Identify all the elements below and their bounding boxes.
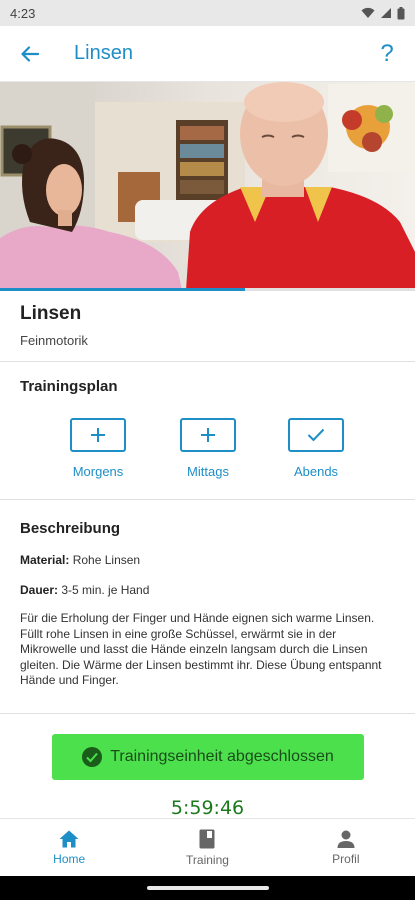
status-icons bbox=[361, 6, 405, 20]
description-heading: Beschreibung bbox=[20, 520, 121, 537]
wifi-icon bbox=[361, 7, 375, 18]
home-gesture-handle[interactable] bbox=[146, 886, 269, 890]
check-circle-icon bbox=[82, 747, 103, 767]
description-text: Für die Erholung der Finger und Hände ei… bbox=[20, 611, 382, 687]
duration-line: Dauer: 3-5 min. je Hand bbox=[20, 583, 395, 597]
material-value: Rohe Linsen bbox=[72, 553, 141, 567]
exercise-header: Linsen Feinmotorik bbox=[0, 291, 415, 362]
exercise-category: Feinmotorik bbox=[20, 333, 88, 348]
nav-item-home[interactable]: Home bbox=[0, 819, 138, 876]
exercise-title: Linsen bbox=[20, 303, 82, 324]
plan-slot-evening[interactable]: Abends bbox=[271, 418, 361, 479]
training-plan-heading: Trainingsplan bbox=[20, 378, 118, 395]
duration-label: Dauer: bbox=[20, 583, 59, 597]
nav-label: Home bbox=[53, 851, 86, 866]
plan-slot-label: Abends bbox=[293, 464, 339, 479]
check-icon bbox=[307, 428, 325, 442]
status-time: 4:23 bbox=[10, 5, 36, 21]
add-morning-button[interactable] bbox=[70, 418, 126, 452]
training-completed-button[interactable]: Trainingseinheit abgeschlossen bbox=[52, 734, 364, 780]
battery-icon bbox=[397, 6, 405, 19]
system-gesture-bar bbox=[0, 876, 415, 900]
duration-value: 3-5 min. je Hand bbox=[61, 583, 150, 597]
bottom-navigation: Home Training Profil bbox=[0, 818, 415, 876]
plus-icon bbox=[91, 428, 105, 442]
plan-slot-midday[interactable]: Mittags bbox=[163, 418, 253, 479]
status-bar: 4:23 bbox=[0, 0, 415, 26]
nav-item-training[interactable]: Training bbox=[138, 819, 276, 876]
nav-label: Training bbox=[186, 852, 229, 867]
material-label: Material: bbox=[20, 553, 70, 567]
nav-label: Profil bbox=[332, 851, 360, 866]
session-timer: 5:59:46 bbox=[170, 797, 245, 819]
home-icon bbox=[59, 830, 79, 847]
completed-button-label: Trainingseinheit abgeschlossen bbox=[110, 748, 334, 765]
exercise-video[interactable] bbox=[0, 82, 415, 290]
person-icon bbox=[337, 830, 355, 848]
book-icon bbox=[199, 829, 215, 848]
video-frame bbox=[0, 82, 415, 290]
material-line: Material: Rohe Linsen bbox=[20, 553, 395, 567]
signal-icon bbox=[381, 8, 391, 18]
description-section: Beschreibung Material: Rohe Linsen Dauer… bbox=[0, 500, 415, 714]
page-title: Linsen bbox=[74, 42, 133, 64]
plan-slot-label: Morgens bbox=[72, 464, 124, 479]
help-button[interactable]: ? bbox=[359, 26, 415, 82]
plan-slot-label: Mittags bbox=[187, 464, 229, 479]
evening-done-button[interactable] bbox=[288, 418, 344, 452]
plan-slot-morning[interactable]: Morgens bbox=[53, 418, 143, 479]
arrow-back-icon bbox=[21, 45, 39, 62]
back-button[interactable] bbox=[2, 26, 58, 82]
plus-icon bbox=[201, 428, 215, 442]
add-midday-button[interactable] bbox=[180, 418, 236, 452]
app-bar: Linsen ? bbox=[0, 26, 415, 82]
training-plan-section: Trainingsplan Morgens Mittags Abends bbox=[0, 362, 415, 500]
nav-item-profile[interactable]: Profil bbox=[277, 819, 415, 876]
